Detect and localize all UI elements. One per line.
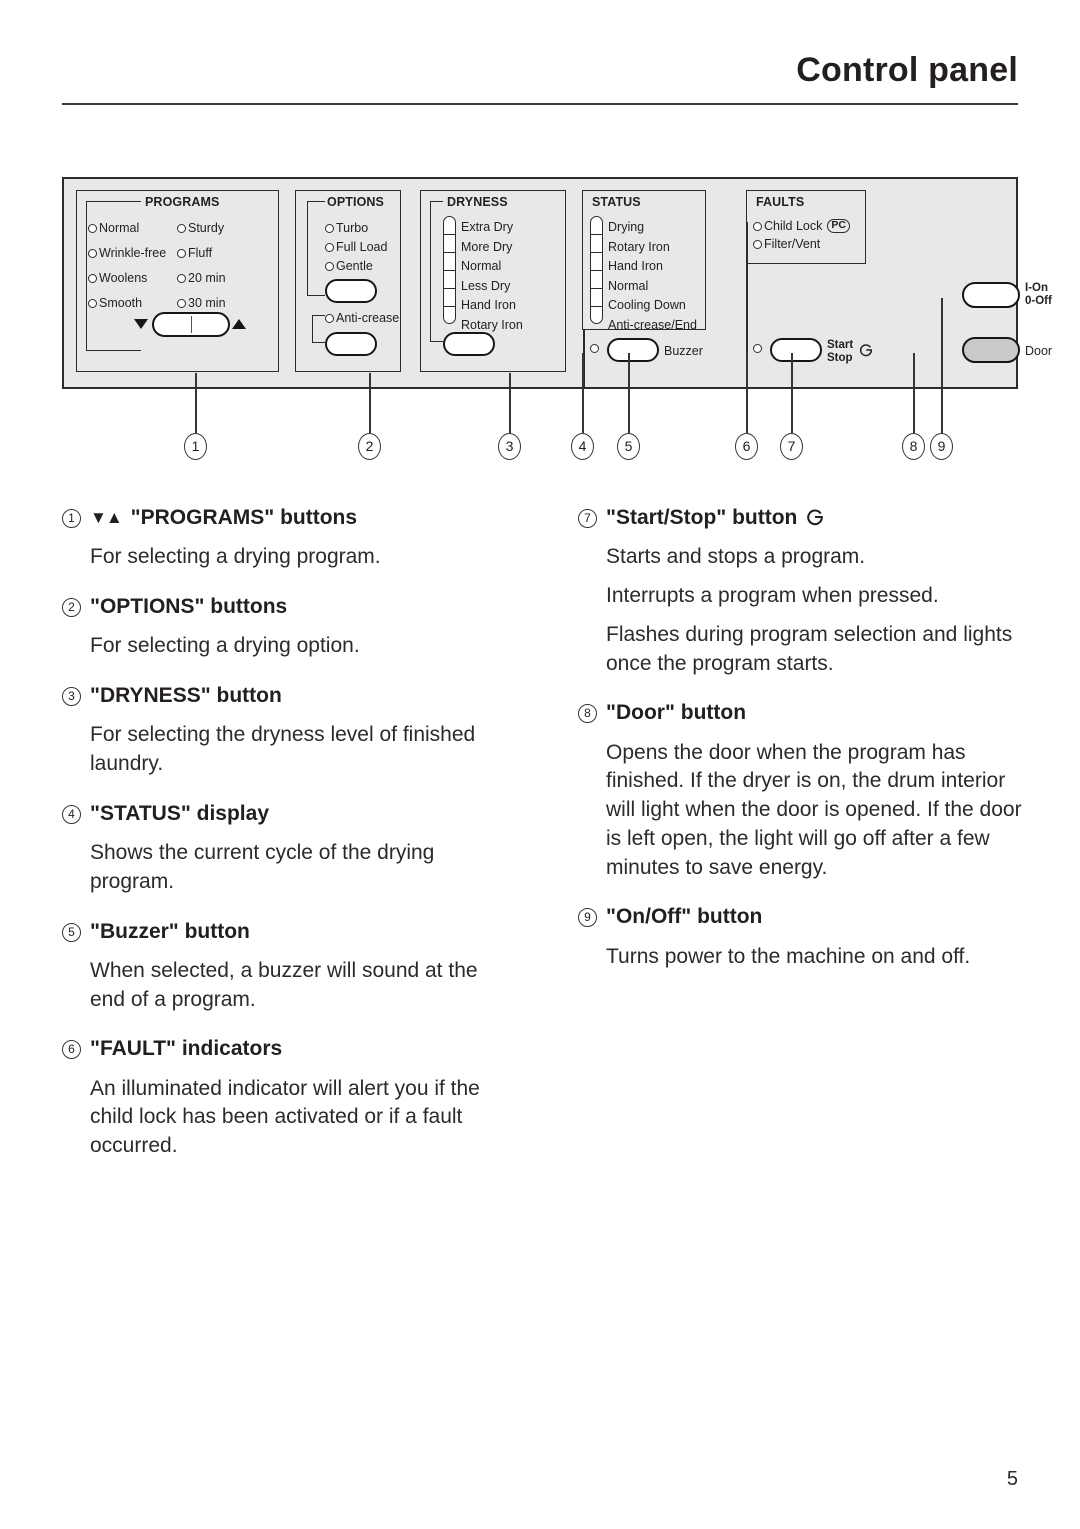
callout-leader-2	[369, 373, 371, 433]
legend-title: "PROGRAMS" buttons	[130, 506, 358, 529]
legend-column-left: 1 ▼▲ "PROGRAMS" buttons For selecting a …	[62, 505, 514, 1183]
legend-column-right: 7 "Start/Stop" button Starts and stops a…	[578, 505, 1030, 993]
callout-leader-7	[791, 353, 793, 433]
legend-number: 9	[578, 908, 597, 928]
callout-number-5: 5	[617, 433, 640, 460]
callout-number-4: 4	[571, 433, 594, 460]
legend-entry-start-stop: 7 "Start/Stop" button Starts and stops a…	[578, 505, 1030, 678]
updown-arrows-icon: ▼▲	[90, 508, 123, 527]
legend-title: "Start/Stop" button	[606, 506, 798, 529]
legend-entry-programs: 1 ▼▲ "PROGRAMS" buttons For selecting a …	[62, 505, 514, 572]
legend-heading: 6 "FAULT" indicators	[62, 1036, 514, 1062]
legend-number: 1	[62, 509, 81, 528]
legend-entry-status: 4 "STATUS" display Shows the current cyc…	[62, 801, 514, 897]
legend-heading: 8 "Door" button	[578, 700, 1030, 726]
legend-paragraph: Flashes during program selection and lig…	[606, 622, 1013, 675]
legend-heading: 7 "Start/Stop" button	[578, 505, 1030, 531]
legend-paragraph: When selected, a buzzer will sound at th…	[90, 958, 478, 1011]
legend-paragraph: For selecting a drying program.	[90, 545, 381, 569]
legend-title: "FAULT" indicators	[90, 1037, 283, 1061]
legend-entry-options: 2 "OPTIONS" buttons For selecting a dryi…	[62, 594, 514, 661]
callout-number-7: 7	[780, 433, 803, 460]
callout-number-3: 3	[498, 433, 521, 460]
legend-paragraph: Shows the current cycle of the drying pr…	[90, 841, 435, 893]
callout-leader-6	[746, 353, 748, 433]
legend-paragraph: Turns power to the machine on and off.	[606, 944, 971, 968]
page-title: Control panel	[796, 51, 1018, 89]
legend-heading: 2 "OPTIONS" buttons	[62, 594, 514, 620]
legend-title: "OPTIONS" buttons	[90, 595, 288, 619]
legend-paragraph: An illuminated indicator will alert you …	[90, 1076, 480, 1158]
callout-number-1: 1	[184, 433, 207, 460]
page-number: 5	[1006, 1468, 1018, 1490]
callout-leader-3	[509, 373, 511, 433]
legend-paragraph: Starts and stops a program.	[606, 545, 866, 569]
legend-number: 6	[62, 1040, 81, 1060]
legend-number: 7	[578, 509, 597, 528]
legend-entry-onoff: 9 "On/Off" button Turns power to the mac…	[578, 904, 1030, 971]
legend-number: 4	[62, 804, 81, 824]
legend-number: 3	[62, 687, 81, 707]
callout-leader-4	[582, 353, 584, 433]
legend-heading: 4 "STATUS" display	[62, 801, 514, 827]
header-divider	[62, 103, 1018, 106]
callout-number-6: 6	[735, 433, 758, 460]
legend-number: 2	[62, 598, 81, 618]
legend-number: 8	[578, 704, 597, 724]
legend-heading: 1 ▼▲ "PROGRAMS" buttons	[62, 505, 514, 531]
callout-leader-1	[195, 373, 197, 433]
legend-entry-fault: 6 "FAULT" indicators An illuminated indi…	[62, 1036, 514, 1161]
legend-paragraph: Opens the door when the program has fini…	[606, 740, 1022, 879]
legend-heading: 3 "DRYNESS" button	[62, 683, 514, 709]
legend-entry-dryness: 3 "DRYNESS" button For selecting the dry…	[62, 683, 514, 779]
callout-number-9: 9	[930, 433, 953, 460]
legend-paragraph: For selecting the dryness level of finis…	[90, 723, 476, 776]
legend-paragraph: For selecting a drying option.	[90, 634, 360, 658]
callout-number-2: 2	[358, 433, 381, 460]
legend-paragraph: Interrupts a program when pressed.	[606, 584, 939, 608]
legend-entry-door: 8 "Door" button Opens the door when the …	[578, 700, 1030, 882]
legend-heading: 5 "Buzzer" button	[62, 919, 514, 945]
legend-title: "Door" button	[606, 701, 747, 725]
page-header: Control panel	[62, 51, 1018, 106]
callout-number-8: 8	[902, 433, 925, 460]
power-icon	[807, 509, 824, 526]
legend-title: "Buzzer" button	[90, 919, 250, 943]
callout-layer: 1 2 3 4 5 6 7 8 9	[0, 177, 1080, 477]
callout-leader-9	[941, 298, 943, 433]
legend-entry-buzzer: 5 "Buzzer" button When selected, a buzze…	[62, 919, 514, 1015]
legend-title: "On/Off" button	[606, 905, 763, 929]
legend-title: "STATUS" display	[90, 801, 269, 825]
legend-number: 5	[62, 922, 81, 942]
legend-title: "DRYNESS" button	[90, 684, 282, 708]
callout-leader-8	[913, 353, 915, 433]
callout-leader-5	[628, 353, 630, 433]
legend-heading: 9 "On/Off" button	[578, 904, 1030, 930]
